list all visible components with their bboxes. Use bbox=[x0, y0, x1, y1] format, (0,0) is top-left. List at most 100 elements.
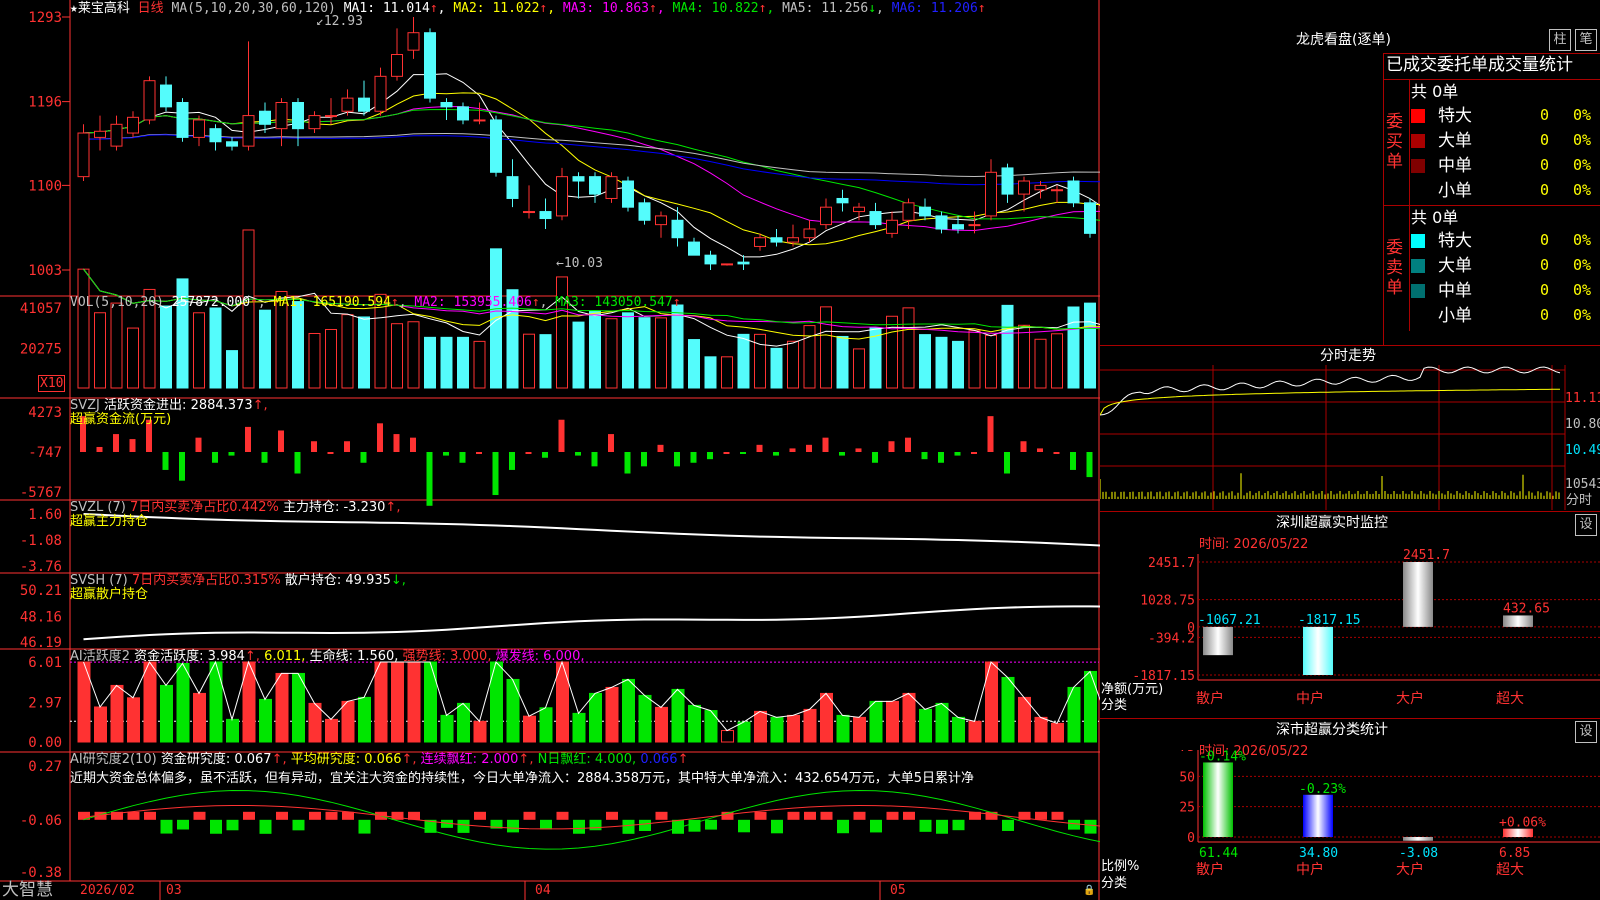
fund-flow-bar[interactable] bbox=[1004, 452, 1010, 474]
fund-flow-bar[interactable] bbox=[674, 452, 680, 467]
volume-bar[interactable] bbox=[737, 333, 750, 389]
fund-flow-bar[interactable] bbox=[690, 452, 697, 463]
volume-bar[interactable] bbox=[655, 317, 667, 389]
activity-bar[interactable] bbox=[176, 662, 190, 743]
activity-bar[interactable] bbox=[325, 718, 338, 743]
activity-bar[interactable] bbox=[160, 684, 173, 743]
volume-bar[interactable] bbox=[292, 301, 304, 389]
sz-monitor-chart[interactable]: 2451.71028.750-394.2-1817.15-1067.21散户-1… bbox=[1100, 540, 1600, 720]
fund-flow-bar[interactable] bbox=[740, 452, 746, 454]
candle[interactable] bbox=[968, 224, 981, 227]
candle[interactable] bbox=[143, 80, 156, 121]
research-bar[interactable] bbox=[655, 811, 668, 820]
fund-flow-bar[interactable] bbox=[278, 430, 284, 452]
volume-bar[interactable] bbox=[160, 305, 172, 389]
research-bar[interactable] bbox=[556, 811, 569, 820]
research-bar[interactable] bbox=[457, 819, 470, 833]
volume-bar[interactable] bbox=[770, 347, 783, 389]
research-bar[interactable] bbox=[523, 811, 536, 820]
research-bar[interactable] bbox=[936, 819, 948, 834]
activity-bar[interactable] bbox=[820, 692, 833, 743]
fund-flow-bar[interactable] bbox=[360, 452, 367, 463]
research-bar[interactable] bbox=[309, 811, 321, 820]
fund-flow-bar[interactable] bbox=[393, 434, 400, 452]
candle[interactable] bbox=[1051, 189, 1063, 192]
activity-bar[interactable] bbox=[935, 702, 949, 743]
fund-flow-bar[interactable] bbox=[591, 452, 598, 467]
fund-flow-bar[interactable] bbox=[707, 452, 713, 460]
fund-flow-bar[interactable] bbox=[525, 452, 532, 454]
volume-bar[interactable] bbox=[1034, 338, 1047, 389]
activity-bar[interactable] bbox=[638, 694, 652, 743]
activity-bar[interactable] bbox=[473, 720, 487, 743]
research-bar[interactable] bbox=[820, 811, 833, 820]
vol-unit-badge[interactable]: X10 bbox=[38, 375, 66, 392]
candle[interactable] bbox=[391, 54, 403, 77]
bar-mode-button[interactable]: 柱 bbox=[1549, 29, 1571, 51]
activity-bar[interactable] bbox=[572, 712, 586, 743]
volume-bar[interactable] bbox=[407, 321, 420, 389]
fund-flow-bar[interactable] bbox=[773, 452, 779, 456]
candle[interactable] bbox=[787, 237, 799, 243]
candle[interactable] bbox=[424, 32, 436, 99]
fund-flow-bar[interactable] bbox=[921, 452, 928, 460]
fund-flow-bar[interactable] bbox=[410, 437, 416, 452]
candle[interactable] bbox=[374, 75, 387, 112]
research-bar[interactable] bbox=[952, 819, 965, 831]
lock-icon[interactable]: 🔒 bbox=[1083, 883, 1095, 898]
research-bar[interactable] bbox=[787, 811, 800, 820]
activity-bar[interactable] bbox=[193, 692, 206, 743]
volume-bar[interactable] bbox=[803, 325, 816, 389]
fund-flow-bar[interactable] bbox=[657, 444, 664, 452]
volume-bar[interactable] bbox=[226, 350, 238, 389]
volume-bar[interactable] bbox=[358, 316, 370, 389]
fund-flow-bar[interactable] bbox=[624, 452, 631, 474]
mon-bar-rect-1[interactable] bbox=[1303, 626, 1333, 675]
volume-bar[interactable] bbox=[259, 309, 271, 389]
fund-flow-bar[interactable] bbox=[195, 437, 202, 452]
activity-bar[interactable] bbox=[886, 700, 899, 743]
activity-bar[interactable] bbox=[869, 700, 883, 743]
fund-flow-bar[interactable] bbox=[971, 452, 977, 454]
candle[interactable] bbox=[655, 215, 667, 226]
cls-bar-rect-1[interactable] bbox=[1303, 794, 1333, 837]
volume-bar[interactable] bbox=[127, 327, 139, 389]
sz-monitor-settings-button[interactable]: 设 bbox=[1575, 514, 1597, 536]
cls-bar-0[interactable] bbox=[1203, 762, 1233, 837]
volume-bar[interactable] bbox=[1001, 304, 1014, 389]
fund-flow-bar[interactable] bbox=[311, 441, 317, 452]
research-bar[interactable] bbox=[226, 819, 239, 831]
candle[interactable] bbox=[622, 180, 634, 208]
candle[interactable] bbox=[985, 171, 997, 217]
volume-bar[interactable] bbox=[902, 307, 915, 389]
candle[interactable] bbox=[589, 176, 601, 195]
fund-flow-bar[interactable] bbox=[723, 452, 730, 454]
candle[interactable] bbox=[127, 116, 139, 134]
volume-bar[interactable] bbox=[968, 330, 981, 389]
candle[interactable] bbox=[160, 84, 172, 108]
candle[interactable] bbox=[935, 215, 948, 230]
candle[interactable] bbox=[226, 141, 238, 147]
sz-class-chart[interactable]: 75 50 25 0 -0.14% 61.44散户 -0.23% 34.80中户 -3.08大户… bbox=[1100, 750, 1600, 900]
research-bar[interactable] bbox=[589, 819, 602, 831]
activity-bar[interactable] bbox=[259, 698, 272, 743]
fund-flow-bar[interactable] bbox=[575, 452, 581, 456]
candle[interactable] bbox=[341, 97, 354, 112]
research-bar[interactable] bbox=[985, 811, 998, 820]
period-label[interactable]: 日线 bbox=[138, 1, 164, 16]
candle[interactable] bbox=[275, 101, 288, 130]
volume-bar[interactable] bbox=[820, 306, 832, 389]
candle[interactable] bbox=[803, 228, 816, 239]
fund-flow-bar[interactable] bbox=[179, 452, 185, 481]
research-bar[interactable] bbox=[259, 819, 272, 834]
mon-bar-2[interactable] bbox=[1403, 562, 1433, 627]
research-bar[interactable] bbox=[243, 811, 255, 820]
volume-bar[interactable] bbox=[523, 333, 535, 389]
volume-bar[interactable] bbox=[605, 318, 618, 389]
activity-bar[interactable] bbox=[803, 708, 817, 743]
candle[interactable] bbox=[919, 206, 931, 217]
volume-bar[interactable] bbox=[622, 312, 634, 389]
activity-bar[interactable] bbox=[275, 672, 289, 743]
volume-bar[interactable] bbox=[193, 312, 205, 389]
volume-bar[interactable] bbox=[556, 276, 568, 389]
